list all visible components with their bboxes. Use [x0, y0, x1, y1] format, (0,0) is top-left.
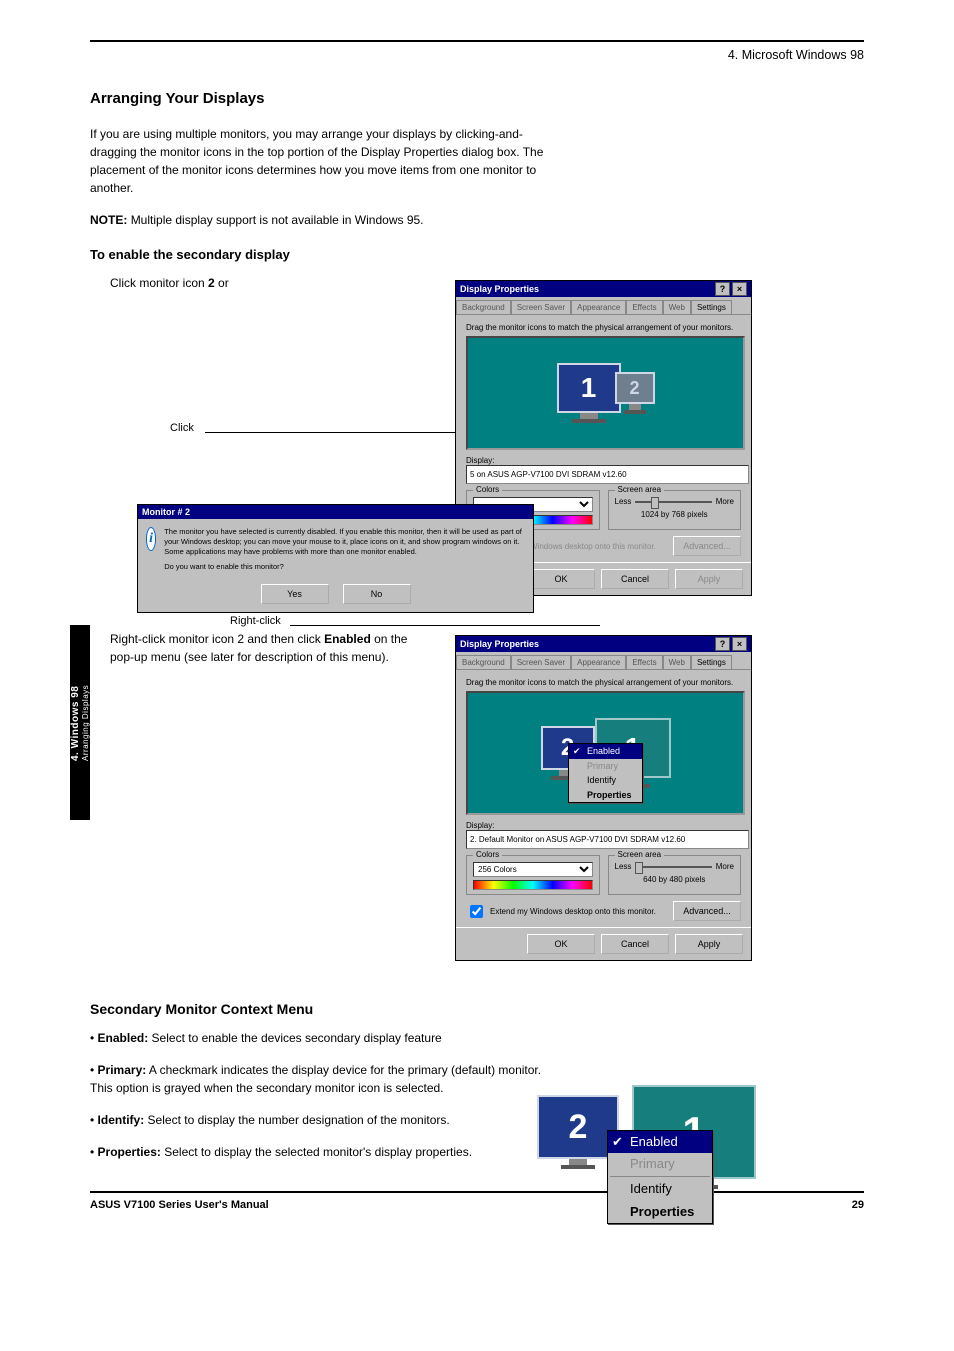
tab-web[interactable]: Web	[663, 300, 691, 314]
display-label: Display:	[466, 456, 741, 465]
tab-settings[interactable]: Settings	[691, 655, 732, 669]
page-header: 4. Microsoft Windows 98	[90, 48, 864, 62]
dialog-tabs: Background Screen Saver Appearance Effec…	[456, 297, 751, 315]
resolution-slider[interactable]: Less More	[615, 862, 735, 871]
display-select[interactable]: 5 on ASUS AGP-V7100 DVI SDRAM v12.60	[466, 465, 749, 484]
display-label: Display:	[466, 821, 741, 830]
info-icon: i	[146, 527, 156, 551]
colors-select[interactable]: 256 Colors	[473, 862, 593, 877]
rightclick-callout: Right-click	[230, 615, 281, 627]
extend-label: Extend my Windows desktop onto this moni…	[490, 907, 656, 916]
ctx-enabled-desc: • Enabled: Select to enable the devices …	[90, 1029, 550, 1047]
tab-screensaver[interactable]: Screen Saver	[511, 655, 571, 669]
monitor-preview[interactable]: 2 1 Enabled Primary Identify Properties	[466, 691, 745, 815]
step-2: Right-click monitor icon 2 and then clic…	[110, 630, 410, 666]
msgbox-prompt: Do you want to enable this monitor?	[164, 562, 525, 572]
monitor-context-menu-zoom: Enabled Primary Identify Properties	[607, 1130, 713, 1224]
drag-hint: Drag the monitor icons to match the phys…	[466, 678, 741, 687]
help-icon[interactable]: ?	[715, 637, 730, 651]
close-icon[interactable]: ×	[732, 637, 747, 651]
ctx-properties[interactable]: Properties	[608, 1201, 712, 1223]
tab-effects[interactable]: Effects	[626, 655, 662, 669]
monitor-context-menu: Enabled Primary Identify Properties	[568, 743, 643, 803]
resolution-value: 640 by 480 pixels	[615, 875, 735, 884]
tab-settings[interactable]: Settings	[691, 300, 732, 314]
ctx-identify[interactable]: Identify	[608, 1178, 712, 1200]
ctx-enabled[interactable]: Enabled	[569, 744, 642, 759]
apply-button[interactable]: Apply	[675, 934, 743, 954]
advanced-button[interactable]: Advanced...	[673, 536, 741, 556]
intro-p1: If you are using multiple monitors, you …	[90, 125, 550, 197]
screen-area-label: Screen area	[615, 850, 665, 859]
intro-note: NOTE: Multiple display support is not av…	[90, 211, 550, 229]
msgbox-text: The monitor you have selected is current…	[164, 527, 525, 556]
tab-appearance[interactable]: Appearance	[571, 300, 626, 314]
enable-heading: To enable the secondary display	[90, 247, 864, 262]
ok-button[interactable]: OK	[527, 934, 595, 954]
footer-left: ASUS V7100 Series User's Manual	[90, 1199, 269, 1211]
close-icon[interactable]: ×	[732, 282, 747, 296]
color-palette	[473, 880, 593, 890]
ctx-primary-desc: • Primary: A checkmark indicates the dis…	[90, 1061, 550, 1097]
ctx-identify[interactable]: Identify	[569, 773, 642, 788]
display-select[interactable]: 2. Default Monitor on ASUS AGP-V7100 DVI…	[466, 830, 749, 849]
help-icon[interactable]: ?	[715, 282, 730, 296]
ctx-enabled[interactable]: Enabled	[608, 1131, 712, 1153]
apply-button-disabled: Apply	[675, 569, 743, 589]
click-callout: Click	[170, 422, 194, 434]
chapter-side-tab: 4. Windows 98 Arranging Displays	[70, 625, 90, 820]
tab-appearance[interactable]: Appearance	[571, 655, 626, 669]
extend-checkbox[interactable]	[470, 905, 483, 918]
monitor-icon-2[interactable]: 2	[615, 372, 655, 414]
intro-p2: Multiple display support is not availabl…	[131, 213, 424, 227]
display-properties-dialog-2: Display Properties ? × Background Screen…	[455, 635, 752, 961]
ctx-separator	[610, 1176, 710, 1177]
cancel-button[interactable]: Cancel	[601, 934, 669, 954]
cancel-button[interactable]: Cancel	[601, 569, 669, 589]
drag-hint: Drag the monitor icons to match the phys…	[466, 323, 741, 332]
screen-area-label: Screen area	[615, 485, 665, 494]
ctx-properties[interactable]: Properties	[569, 788, 642, 803]
advanced-button[interactable]: Advanced...	[673, 901, 741, 921]
colors-label: Colors	[473, 485, 502, 494]
dialog-titlebar: Display Properties ? ×	[456, 636, 751, 652]
tab-background[interactable]: Background	[456, 655, 511, 669]
footer-right: 29	[852, 1199, 864, 1211]
tab-screensaver[interactable]: Screen Saver	[511, 300, 571, 314]
screen-area-group: Screen area Less More 640 by 480 pixels	[608, 855, 742, 895]
tab-background[interactable]: Background	[456, 300, 511, 314]
msgbox-title: Monitor # 2	[142, 507, 190, 517]
yes-button[interactable]: Yes	[261, 584, 329, 604]
dialog-title: Display Properties	[460, 639, 539, 649]
pointer-line-2	[290, 625, 600, 626]
screen-area-group: Screen area Less More 1024 by 768 pixels	[608, 490, 742, 530]
monitor-enable-prompt: Monitor # 2 i The monitor you have selec…	[137, 504, 534, 613]
colors-label: Colors	[473, 850, 502, 859]
ctx-primary: Primary	[608, 1153, 712, 1175]
ctxmenu-heading: Secondary Monitor Context Menu	[90, 1001, 864, 1017]
section-heading: Arranging Your Displays	[90, 90, 864, 107]
monitor-preview[interactable]: 1 2	[466, 336, 745, 450]
resolution-slider[interactable]: Less More	[615, 497, 735, 506]
no-button[interactable]: No	[343, 584, 411, 604]
header-rule	[90, 40, 864, 42]
tab-web[interactable]: Web	[663, 655, 691, 669]
colors-group: Colors 256 Colors	[466, 855, 600, 895]
monitor-icon-1[interactable]: 1	[557, 363, 621, 423]
dialog-title: Display Properties	[460, 284, 539, 294]
dialog-titlebar: Display Properties ? ×	[456, 281, 751, 297]
note-label: NOTE:	[90, 213, 127, 227]
resolution-value: 1024 by 768 pixels	[615, 510, 735, 519]
ctx-primary: Primary	[569, 759, 642, 774]
ok-button[interactable]: OK	[527, 569, 595, 589]
context-menu-zoom: 2 1 Enabled Primary Identify Properties	[537, 1085, 787, 1225]
tab-effects[interactable]: Effects	[626, 300, 662, 314]
